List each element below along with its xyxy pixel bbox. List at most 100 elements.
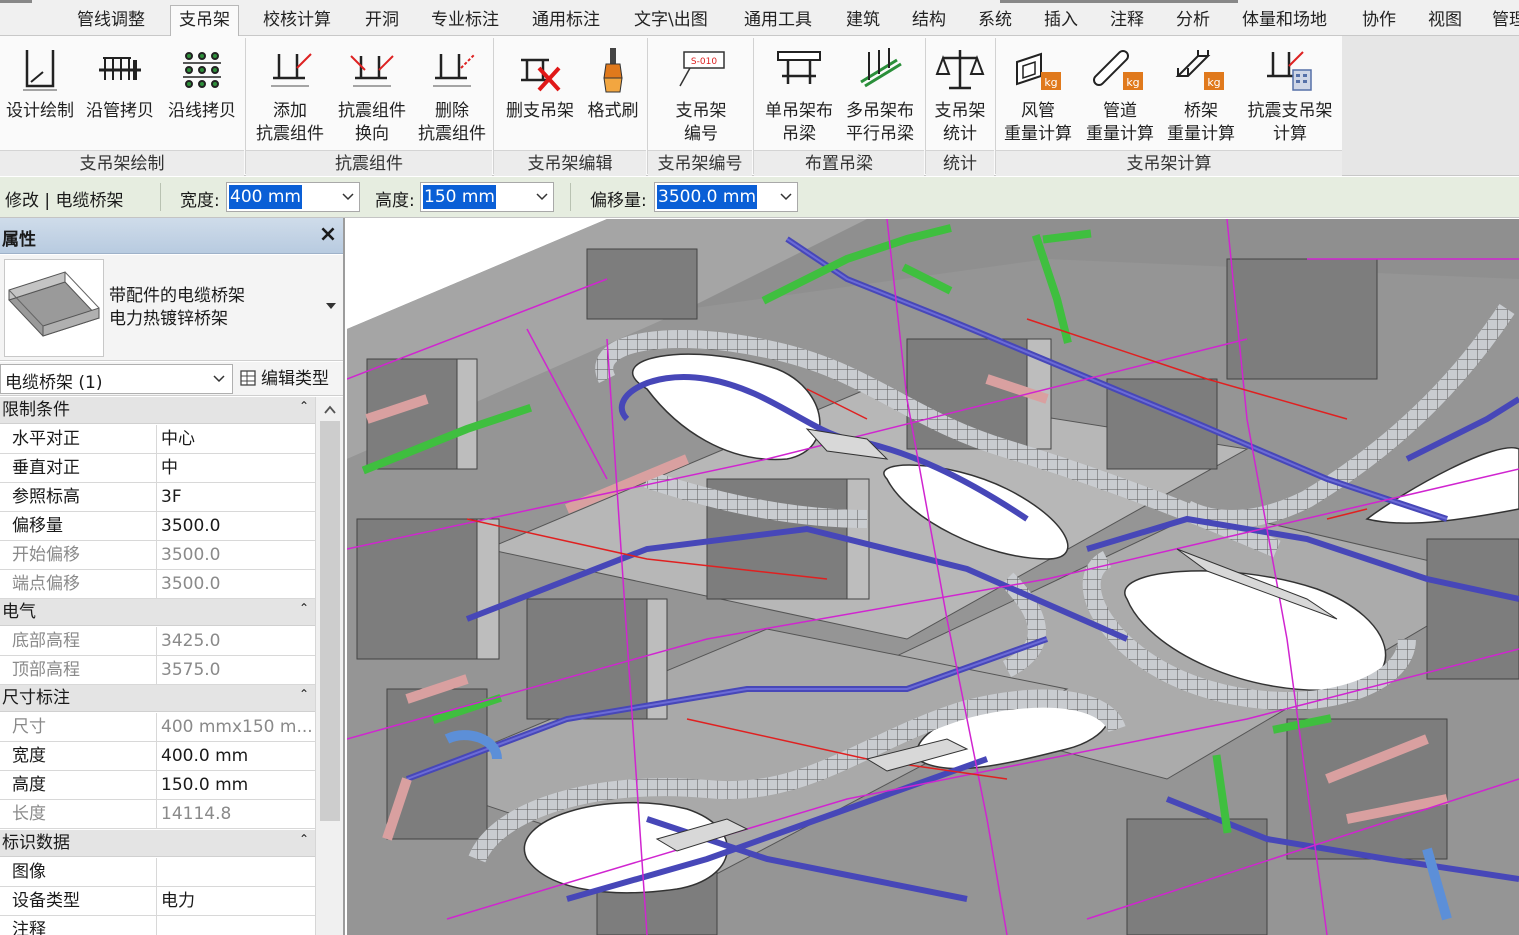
prop-value[interactable]: 150.0 mm bbox=[158, 771, 315, 799]
prop-value[interactable] bbox=[158, 916, 315, 935]
section-identity-data[interactable]: 标识数据 ⌃ bbox=[0, 830, 315, 857]
collapse-icon[interactable]: ⌃ bbox=[299, 826, 309, 853]
prop-row[interactable]: 注释 bbox=[0, 916, 315, 935]
prop-row[interactable]: 偏移量 3500.0 bbox=[0, 512, 315, 541]
prop-value[interactable] bbox=[158, 858, 315, 886]
prop-key: 端点偏移 bbox=[0, 570, 157, 598]
prop-row[interactable]: 垂直对正中 bbox=[0, 454, 315, 483]
tab-annotate[interactable]: 注释 bbox=[1110, 6, 1144, 36]
hanger-number-button[interactable]: S-010 支吊架 编号 bbox=[654, 42, 748, 150]
close-icon[interactable]: × bbox=[317, 223, 339, 247]
prop-value[interactable]: 400.0 mm bbox=[158, 742, 315, 770]
type-selector[interactable]: 带配件的电缆桥架 电力热镀锌桥架 bbox=[0, 255, 343, 361]
options-divider bbox=[160, 183, 161, 211]
tab-systems[interactable]: 系统 bbox=[978, 6, 1012, 36]
building-model-view[interactable] bbox=[347, 219, 1519, 935]
scroll-up-icon[interactable] bbox=[323, 403, 337, 415]
section-dimensions[interactable]: 尺寸标注 ⌃ bbox=[0, 685, 315, 712]
tab-collaborate[interactable]: 协作 bbox=[1362, 6, 1396, 36]
tab-analyze[interactable]: 分析 bbox=[1176, 6, 1210, 36]
prop-key: 尺寸 bbox=[0, 713, 157, 741]
width-value[interactable]: 400 mm bbox=[229, 185, 302, 209]
prop-row[interactable]: 水平对正 中心 bbox=[0, 425, 315, 454]
caret-down-icon[interactable] bbox=[324, 299, 338, 313]
instance-filter-dropdown[interactable]: 电缆桥架 (1) bbox=[0, 364, 233, 394]
properties-palette: 属性 × 带配件的电缆桥架 电力热镀锌桥架 电缆桥架 (1) 编辑类型 限制条件… bbox=[0, 218, 345, 935]
prop-row[interactable]: 宽度 400.0 mm bbox=[0, 742, 315, 771]
prop-value[interactable]: 电力 bbox=[158, 887, 315, 915]
tray-weight-button[interactable]: kg 桥架 重量计算 bbox=[1162, 42, 1240, 150]
tab-general-tools[interactable]: 通用工具 bbox=[744, 6, 812, 36]
single-hanger-beam-button[interactable]: 单吊架布 吊梁 bbox=[758, 42, 840, 150]
offset-combo[interactable]: 3500.0 mm bbox=[654, 182, 798, 212]
add-seismic-button[interactable]: 添加 抗震组件 bbox=[250, 42, 330, 150]
section-electrical[interactable]: 电气 ⌃ bbox=[0, 599, 315, 626]
prop-row[interactable]: 参照标高 3F bbox=[0, 483, 315, 512]
section-constraints[interactable]: 限制条件 ⌃ bbox=[0, 397, 315, 424]
prop-value[interactable]: 3F bbox=[158, 483, 315, 511]
tab-architecture[interactable]: 建筑 bbox=[846, 6, 880, 36]
prop-row: 长度 14114.8 bbox=[0, 800, 315, 829]
prop-value[interactable]: 中 bbox=[158, 454, 315, 482]
3d-viewport[interactable] bbox=[347, 219, 1519, 935]
hanger-draw-icon bbox=[23, 50, 57, 91]
multi-hanger-beam-button[interactable]: 多吊架布 平行吊梁 bbox=[840, 42, 920, 150]
offset-value[interactable]: 3500.0 mm bbox=[657, 185, 758, 209]
tab-check-calc[interactable]: 校核计算 bbox=[263, 6, 331, 36]
tab-manage[interactable]: 管理 bbox=[1492, 6, 1519, 36]
prop-row: 顶部高程 3575.0 bbox=[0, 656, 315, 685]
copy-along-line-icon bbox=[183, 52, 221, 88]
collapse-icon[interactable]: ⌃ bbox=[299, 681, 309, 708]
toolbar-grip bbox=[1000, 0, 1238, 3]
chevron-down-icon[interactable] bbox=[341, 188, 355, 206]
collapse-icon[interactable]: ⌃ bbox=[299, 595, 309, 622]
tab-massing-site[interactable]: 体量和场地 bbox=[1242, 6, 1327, 36]
tab-view[interactable]: 视图 bbox=[1428, 6, 1462, 36]
edit-type-icon bbox=[240, 370, 256, 386]
flip-seismic-icon bbox=[350, 55, 394, 87]
format-brush-icon bbox=[603, 48, 623, 93]
instance-filter-value: 电缆桥架 (1) bbox=[5, 373, 103, 393]
prop-value: 14114.8 bbox=[161, 804, 232, 824]
tab-text-output[interactable]: 文字\出图 bbox=[634, 6, 708, 36]
tab-hanger[interactable]: 支吊架 bbox=[170, 5, 239, 37]
duct-weight-button[interactable]: kg 风管 重量计算 bbox=[998, 42, 1078, 150]
tab-structure[interactable]: 结构 bbox=[912, 6, 946, 36]
delete-seismic-icon bbox=[433, 53, 476, 87]
chevron-down-icon[interactable] bbox=[535, 188, 549, 206]
width-combo[interactable]: 400 mm bbox=[226, 182, 360, 212]
tab-opening[interactable]: 开洞 bbox=[365, 6, 399, 36]
properties-scrollbar[interactable] bbox=[315, 397, 343, 935]
chevron-down-icon[interactable] bbox=[779, 188, 793, 206]
copy-along-pipe-button[interactable]: 沿管拷贝 bbox=[82, 42, 158, 150]
delete-seismic-button[interactable]: 删除 抗震组件 bbox=[414, 42, 490, 150]
chevron-down-icon[interactable] bbox=[212, 372, 226, 386]
delete-hanger-button[interactable]: 删支吊架 bbox=[500, 42, 580, 150]
prop-row[interactable]: 高度 150.0 mm bbox=[0, 771, 315, 800]
scrollbar-thumb[interactable] bbox=[320, 421, 340, 821]
hanger-stats-button[interactable]: 支吊架 统计 bbox=[928, 42, 992, 150]
ribbon-empty-area bbox=[1342, 36, 1519, 176]
edit-type-button[interactable]: 编辑类型 bbox=[239, 366, 329, 392]
tab-insert[interactable]: 插入 bbox=[1044, 6, 1078, 36]
seismic-calc-icon bbox=[1267, 51, 1312, 91]
group-label-stats: 统计 bbox=[926, 150, 994, 176]
design-draw-button[interactable]: 设计绘制 bbox=[2, 42, 78, 150]
height-value[interactable]: 150 mm bbox=[423, 185, 496, 209]
prop-row[interactable]: 设备类型 电力 bbox=[0, 887, 315, 916]
prop-value[interactable]: 中心 bbox=[158, 425, 315, 453]
tab-discipline-tag[interactable]: 专业标注 bbox=[431, 6, 499, 36]
tab-pipeline-adjust[interactable]: 管线调整 bbox=[77, 6, 145, 36]
collapse-icon[interactable]: ⌃ bbox=[299, 397, 309, 420]
copy-along-line-button[interactable]: 沿线拷贝 bbox=[162, 42, 242, 150]
prop-row[interactable]: 图像 bbox=[0, 858, 315, 887]
prop-value[interactable]: 3500.0 bbox=[158, 512, 315, 540]
tray-weight-icon: kg bbox=[1175, 50, 1224, 90]
group-label-calc: 支吊架计算 bbox=[996, 150, 1342, 176]
seismic-calc-button[interactable]: 抗震支吊架 计算 bbox=[1242, 42, 1338, 150]
format-brush-button[interactable]: 格式刷 bbox=[582, 42, 644, 150]
pipe-weight-button[interactable]: kg 管道 重量计算 bbox=[1080, 42, 1160, 150]
flip-seismic-button[interactable]: 抗震组件 换向 bbox=[332, 42, 412, 150]
tab-general-tag[interactable]: 通用标注 bbox=[532, 6, 600, 36]
height-combo[interactable]: 150 mm bbox=[420, 182, 554, 212]
